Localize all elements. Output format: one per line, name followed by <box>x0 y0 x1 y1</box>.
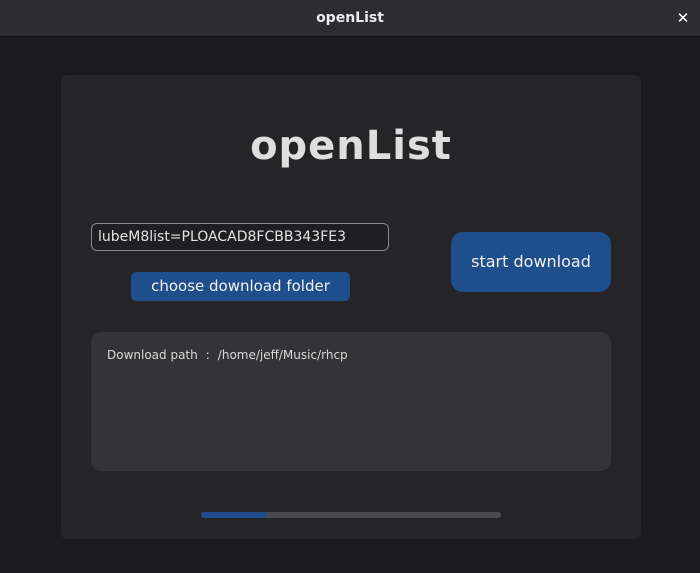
start-download-button[interactable]: start download <box>451 232 611 292</box>
choose-folder-button[interactable]: choose download folder <box>131 272 350 301</box>
download-path-label: Download path <box>107 348 198 362</box>
title-bar[interactable]: openList ✕ <box>0 0 700 37</box>
output-box: Download path: /home/jeff/Music/rhcp <box>91 332 611 471</box>
app-window: openList ✕ openList choose download fold… <box>0 0 700 573</box>
close-icon[interactable]: ✕ <box>672 7 694 29</box>
progress-fill <box>201 512 267 518</box>
download-progress-bar <box>201 512 501 518</box>
main-panel: openList choose download folder start do… <box>61 75 641 539</box>
download-path-line: Download path: /home/jeff/Music/rhcp <box>107 348 348 362</box>
window-title: openList <box>316 10 384 26</box>
playlist-url-input[interactable] <box>91 223 389 251</box>
download-path-separator: : <box>205 348 210 362</box>
download-path-value: /home/jeff/Music/rhcp <box>217 348 348 362</box>
app-logo: openList <box>250 123 452 169</box>
